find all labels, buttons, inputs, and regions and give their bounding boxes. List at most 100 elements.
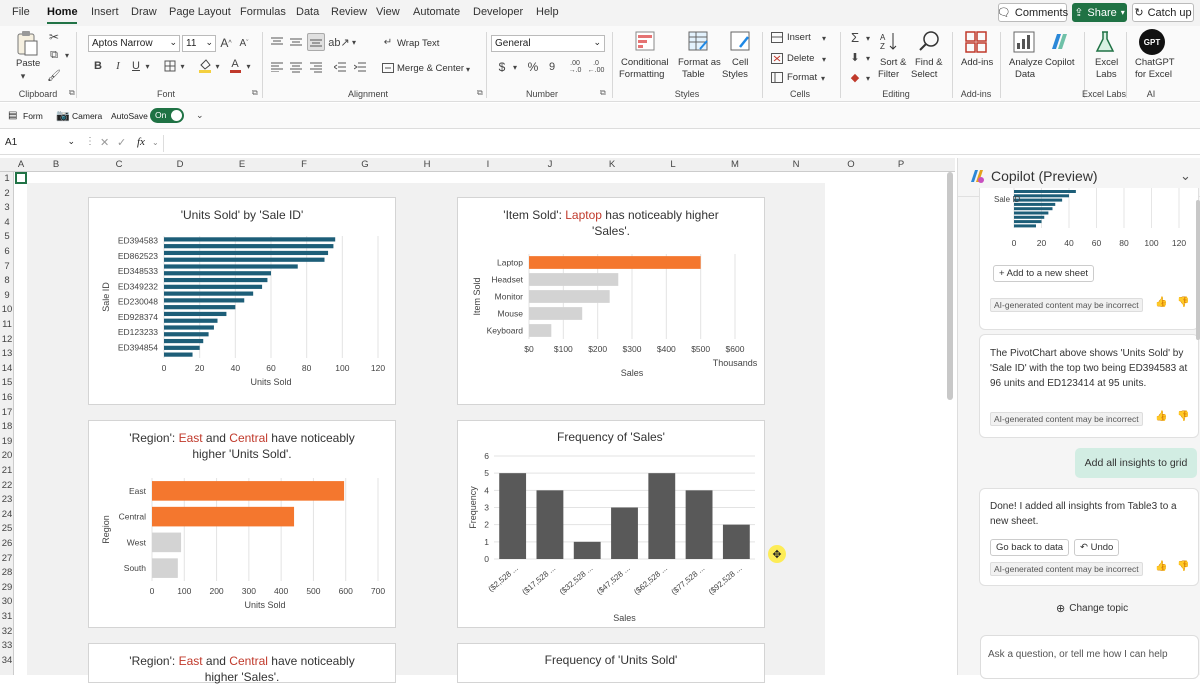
row-header[interactable]: 20 xyxy=(1,450,13,461)
thumbs-down-icon[interactable]: 👎 xyxy=(1177,561,1189,572)
row-header[interactable]: 4 xyxy=(1,217,13,228)
sheet-scrollbar[interactable] xyxy=(947,172,953,400)
align-right-icon[interactable] xyxy=(309,60,323,74)
align-center-icon[interactable] xyxy=(289,60,303,74)
chevron-down-icon[interactable]: ▾ xyxy=(864,32,872,44)
row-header[interactable]: 10 xyxy=(1,304,13,315)
row-header[interactable]: 29 xyxy=(1,582,13,593)
column-header[interactable]: O xyxy=(847,159,854,170)
row-header[interactable]: 33 xyxy=(1,640,13,651)
wrap-text-button[interactable]: Wrap Text xyxy=(397,38,439,49)
column-header[interactable]: M xyxy=(731,159,739,170)
autosave-toggle[interactable]: On xyxy=(150,108,184,123)
format-cells-button[interactable]: Format xyxy=(787,72,817,83)
copilot-scrollbar[interactable] xyxy=(1196,200,1200,340)
decrease-decimal-icon[interactable]: .0 ←.00 xyxy=(588,59,605,75)
excel-labs-icon[interactable] xyxy=(1094,30,1116,54)
chevron-down-icon[interactable]: ▾ xyxy=(864,52,872,64)
camera-button[interactable]: Camera xyxy=(72,111,102,121)
row-header[interactable]: 6 xyxy=(1,246,13,257)
format-as-table-icon[interactable] xyxy=(687,30,709,52)
chart-card-frequency-sales[interactable]: Frequency of 'Sales' 0 1 2 3 4 5 6 ($2,528 ...(… xyxy=(457,420,765,628)
menu-automate[interactable]: Automate xyxy=(413,6,460,18)
menu-help[interactable]: Help xyxy=(536,6,559,18)
dialog-launcher-icon[interactable]: ⧉ xyxy=(477,88,483,98)
chevron-down-icon[interactable]: ▾ xyxy=(820,53,828,65)
undo-button[interactable]: ↶ Undo xyxy=(1074,539,1120,556)
chart-card-region-units[interactable]: 'Region': East and Central have noticeab… xyxy=(88,420,396,628)
chevron-down-icon[interactable]: ▾ xyxy=(819,72,827,84)
italic-button[interactable]: I xyxy=(112,59,124,73)
column-header[interactable]: H xyxy=(424,159,431,170)
row-header[interactable]: 28 xyxy=(1,567,13,578)
cancel-icon[interactable]: ✕ xyxy=(100,136,109,149)
thumbs-up-icon[interactable]: 👍 xyxy=(1155,411,1167,422)
column-header[interactable]: D xyxy=(177,159,184,170)
chevron-down-icon[interactable]: ▾ xyxy=(16,71,30,81)
bold-button[interactable]: B xyxy=(92,59,104,73)
add-ins-button[interactable]: Add-ins xyxy=(961,57,993,68)
row-header[interactable]: 11 xyxy=(1,319,13,330)
dialog-launcher-icon[interactable]: ⧉ xyxy=(252,88,258,98)
change-topic-button[interactable]: ⊕ Change topic xyxy=(1056,602,1128,615)
share-button[interactable]: ⇪ Share ▾ xyxy=(1072,3,1127,22)
menu-data[interactable]: Data xyxy=(296,6,319,18)
row-header[interactable]: 24 xyxy=(1,509,13,520)
column-header[interactable]: I xyxy=(487,159,490,170)
cut-icon[interactable]: ✂ xyxy=(46,30,62,44)
delete-cells-button[interactable]: Delete xyxy=(787,53,814,64)
chart-card-region-sales[interactable]: 'Region': East and Central have noticeab… xyxy=(88,643,396,684)
underline-button[interactable]: U xyxy=(130,59,142,73)
row-header[interactable]: 8 xyxy=(1,275,13,286)
copy-icon[interactable]: ⧉ xyxy=(46,48,62,62)
percent-icon[interactable]: % xyxy=(526,60,540,74)
font-size-select[interactable]: 11 ⌄ xyxy=(182,35,216,52)
conditional-formatting-icon[interactable] xyxy=(634,30,656,52)
wrap-text-icon[interactable]: ↵ xyxy=(382,36,394,48)
font-color-icon[interactable]: A xyxy=(228,57,242,73)
chatgpt-icon[interactable]: GPT xyxy=(1139,29,1165,55)
customize-toolbar-icon[interactable]: ⌄ xyxy=(196,110,204,121)
comments-button[interactable]: 🗨 Comments xyxy=(997,3,1068,22)
column-header[interactable]: G xyxy=(361,159,368,170)
format-cells-icon[interactable] xyxy=(771,71,783,83)
dialog-launcher-icon[interactable]: ⧉ xyxy=(600,88,606,98)
row-header[interactable]: 27 xyxy=(1,553,13,564)
increase-decimal-icon[interactable]: .00 →.0 xyxy=(567,59,583,75)
number-format-select[interactable]: General ⌄ xyxy=(491,35,605,52)
font-name-select[interactable]: Aptos Narrow ⌄ xyxy=(88,35,180,52)
column-header[interactable]: C xyxy=(116,159,123,170)
grow-font-icon[interactable]: A ^ xyxy=(219,35,233,51)
menu-review[interactable]: Review xyxy=(331,6,367,18)
name-box[interactable]: A1 ⌄ xyxy=(2,135,78,152)
menu-home[interactable]: Home xyxy=(47,6,78,18)
column-header[interactable]: K xyxy=(609,159,615,170)
chart-card-frequency-units[interactable]: Frequency of 'Units Sold' xyxy=(457,643,765,683)
insert-function-button[interactable]: fx xyxy=(137,136,145,148)
fill-icon[interactable]: ⬇ xyxy=(848,50,862,64)
go-back-to-data-button[interactable]: Go back to data xyxy=(990,539,1070,556)
menu-draw[interactable]: Draw xyxy=(131,6,157,18)
formula-input[interactable] xyxy=(170,137,870,151)
row-header[interactable]: 15 xyxy=(1,377,13,388)
row-header[interactable]: 32 xyxy=(1,626,13,637)
form-button[interactable]: Form xyxy=(23,111,43,121)
borders-icon[interactable] xyxy=(163,59,177,73)
row-header[interactable]: 21 xyxy=(1,465,13,476)
sort-filter-icon[interactable]: AZ xyxy=(879,30,901,52)
row-header[interactable]: 9 xyxy=(1,290,13,301)
column-header[interactable]: J xyxy=(548,159,553,170)
chart-card-item-sold-sales[interactable]: 'Item Sold': Laptop has noticeably highe… xyxy=(457,197,765,405)
chevron-down-icon[interactable]: ▾ xyxy=(511,61,519,73)
menu-formulas[interactable]: Formulas xyxy=(240,6,286,18)
analyze-data-icon[interactable] xyxy=(1012,30,1036,54)
clear-icon[interactable]: ◆ xyxy=(848,70,862,84)
menu-insert[interactable]: Insert xyxy=(91,6,119,18)
paste-button[interactable] xyxy=(14,30,40,56)
thumbs-down-icon[interactable]: 👎 xyxy=(1177,297,1189,308)
chart-card-units-by-sale-id[interactable]: 'Units Sold' by 'Sale ID' 0 20 40 60 80 100 12… xyxy=(88,197,396,405)
align-bottom-icon[interactable] xyxy=(307,33,325,51)
chevron-down-icon[interactable]: ▾ xyxy=(464,63,472,75)
autosum-icon[interactable]: Σ xyxy=(848,30,862,45)
currency-icon[interactable]: $ xyxy=(496,60,508,74)
